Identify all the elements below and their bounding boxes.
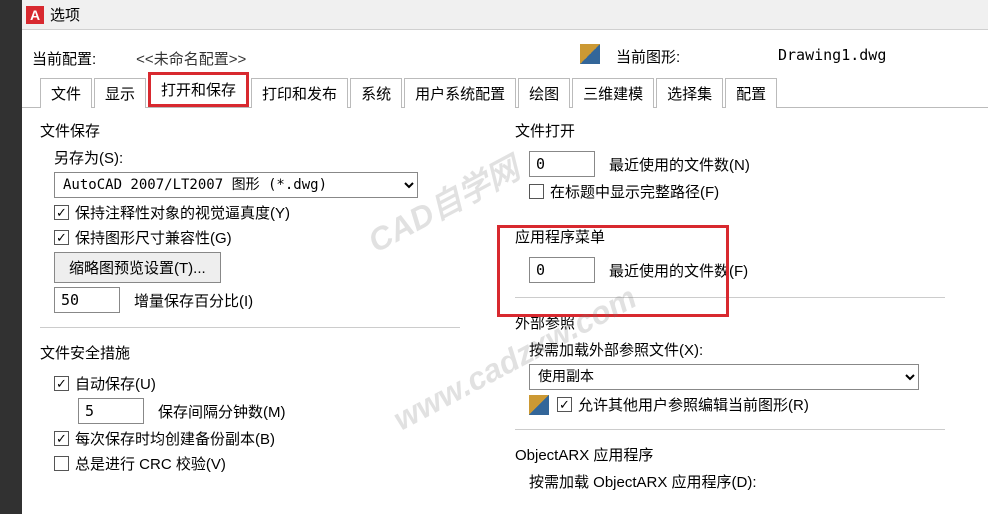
title-bar: A 选项 [22,0,988,30]
file-open-group: 文件打开 [515,120,970,141]
backup-checkbox[interactable] [54,431,69,446]
xref-group: 外部参照 [515,312,970,333]
appmenu-recent-input[interactable] [529,257,595,283]
recent-files-input[interactable] [529,151,595,177]
autocad-icon: A [26,6,44,24]
tab-drafting[interactable]: 绘图 [518,78,570,108]
fullpath-checkbox[interactable] [529,184,544,199]
file-save-group: 文件保存 [40,120,495,141]
saveas-label: 另存为(S): [54,147,495,168]
tab-selection[interactable]: 选择集 [656,78,723,108]
appmenu-recent-label: 最近使用的文件数(F) [609,260,748,281]
xref-mode-select[interactable]: 使用副本 [529,364,919,390]
autosave-checkbox[interactable] [54,376,69,391]
incremental-save-input[interactable] [54,287,120,313]
arx-group: ObjectARX 应用程序 [515,444,970,465]
keep-size-label: 保持图形尺寸兼容性(G) [75,227,232,248]
xref-demand-label: 按需加载外部参照文件(X): [529,339,970,360]
crc-label: 总是进行 CRC 校验(V) [75,453,226,474]
xref-allow-edit-label: 允许其他用户参照编辑当前图形(R) [578,394,809,415]
tab-system[interactable]: 系统 [350,78,402,108]
tab-user[interactable]: 用户系统配置 [404,78,516,108]
keep-size-checkbox[interactable] [54,230,69,245]
current-profile-value: <<未命名配置>> [136,48,246,69]
tab-plot[interactable]: 打印和发布 [251,78,348,108]
tab-display[interactable]: 显示 [94,78,146,108]
backup-label: 每次保存时均创建备份副本(B) [75,428,275,449]
dwg-icon [529,395,549,415]
autosave-interval-label: 保存间隔分钟数(M) [158,401,286,422]
current-drawing-value: Drawing1.dwg [778,46,886,64]
app-menu-group: 应用程序菜单 [515,226,970,247]
tab-3d[interactable]: 三维建模 [572,78,654,108]
fullpath-label: 在标题中显示完整路径(F) [550,181,719,202]
current-drawing-label: 当前图形: [616,46,680,67]
file-safety-group: 文件安全措施 [40,342,495,363]
tab-files[interactable]: 文件 [40,78,92,108]
keep-annotative-label: 保持注释性对象的视觉逼真度(Y) [75,202,290,223]
tab-profiles[interactable]: 配置 [725,78,777,108]
thumbnail-settings-button[interactable]: 缩略图预览设置(T)... [54,252,221,283]
dialog-title: 选项 [50,4,80,25]
saveas-format-select[interactable]: AutoCAD 2007/LT2007 图形 (*.dwg) [54,172,418,198]
crc-checkbox[interactable] [54,456,69,471]
incremental-save-label: 增量保存百分比(I) [134,290,253,311]
tab-open-save[interactable]: 打开和保存 [148,72,249,107]
current-profile-label: 当前配置: [32,48,96,69]
recent-files-label: 最近使用的文件数(N) [609,154,750,175]
arx-demand-label: 按需加载 ObjectARX 应用程序(D): [529,471,970,492]
autosave-interval-input[interactable] [78,398,144,424]
dwg-icon [580,44,600,64]
xref-allow-edit-checkbox[interactable] [557,397,572,412]
autosave-label: 自动保存(U) [75,373,156,394]
tabs: 文件 显示 打开和保存 打印和发布 系统 用户系统配置 绘图 三维建模 选择集 … [22,78,988,108]
keep-annotative-checkbox[interactable] [54,205,69,220]
